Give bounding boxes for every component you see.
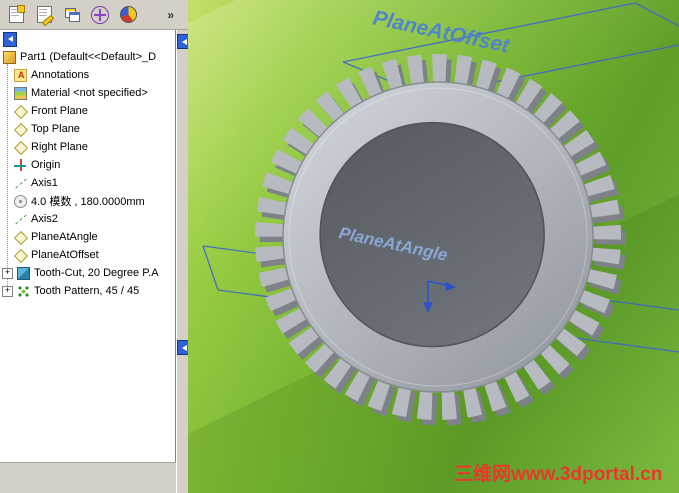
feature-tree: Part1 (Default<<Default>_D Annotations M… (0, 48, 175, 300)
tree-item-tooth-cut[interactable]: + Tooth-Cut, 20 Degree P.A (0, 264, 175, 282)
tree-item-right-plane[interactable]: Right Plane (0, 138, 175, 156)
origin-icon (14, 158, 27, 172)
tree-item-front-plane[interactable]: Front Plane (0, 102, 175, 120)
toolbar-overflow-chevron[interactable]: » (167, 8, 174, 22)
plane-icon (14, 123, 27, 136)
tree-item-label: 4.0 模数 , 180.0000mm (31, 196, 145, 208)
annotations-folder-icon (14, 68, 27, 82)
tree-item-label: Material <not specified> (31, 87, 148, 99)
tree-item-label: Top Plane (31, 123, 80, 135)
viewport-canvas: PlaneAtOffset PlaneAtAngle 三维网www.3dport… (202, 2, 679, 485)
tree-item-module-dimension[interactable]: 4.0 模数 , 180.0000mm (0, 192, 175, 210)
circular-pattern-icon (17, 284, 30, 298)
watermark: 三维网www.3dportal.cn (454, 462, 662, 485)
tile-windows-icon (64, 7, 80, 22)
axis-icon (14, 177, 27, 190)
panel-bottom-strip (0, 462, 176, 493)
part-icon (3, 50, 16, 64)
tree-item-label: Tooth Pattern, 45 / 45 (34, 285, 140, 297)
cut-extrude-icon (17, 266, 30, 280)
plane-icon (14, 141, 27, 154)
edit-document-button[interactable] (31, 2, 57, 28)
collapse-left-arrow-icon (181, 344, 187, 351)
feature-manager-panel: Part1 (Default<<Default>_D Annotations M… (0, 30, 176, 463)
collapse-left-arrow-icon (181, 38, 187, 45)
tree-item-label: PlaneAtOffset (31, 249, 99, 261)
pan-icon (91, 5, 109, 24)
panel-splitter[interactable] (176, 30, 191, 493)
plane-icon (14, 249, 27, 262)
tile-windows-button[interactable] (59, 2, 85, 28)
tree-item-label: Front Plane (31, 105, 88, 117)
pan-button[interactable] (87, 2, 113, 28)
tree-item-label: Origin (31, 159, 61, 171)
material-icon (14, 86, 27, 100)
axis-icon (14, 213, 27, 226)
tree-item-part[interactable]: Part1 (Default<<Default>_D (0, 48, 175, 66)
tree-item-axis2[interactable]: Axis2 (0, 210, 175, 228)
tree-item-label: Tooth-Cut, 20 Degree P.A (34, 267, 159, 279)
tree-item-plane-at-angle[interactable]: PlaneAtAngle (0, 228, 175, 246)
graphics-viewport[interactable]: PlaneAtOffset PlaneAtAngle 三维网www.3dport… (188, 0, 679, 493)
tree-item-annotations[interactable]: Annotations (0, 66, 175, 84)
tree-item-label: Axis2 (31, 213, 58, 225)
tree-item-origin[interactable]: Origin (0, 156, 175, 174)
document-button[interactable] (3, 2, 29, 28)
panel-header (0, 30, 175, 48)
app-window: » Part1 (Default<<Default>_D Annotations… (0, 0, 679, 493)
tree-item-label: Right Plane (31, 141, 88, 153)
plane-icon (14, 105, 27, 118)
pie-chart-button[interactable] (115, 2, 141, 28)
tree-item-label: Annotations (31, 69, 90, 81)
plane-at-offset-label: PlaneAtOffset (371, 6, 512, 57)
tree-item-material[interactable]: Material <not specified> (0, 84, 175, 102)
tree-item-label: Part1 (Default<<Default>_D (20, 51, 157, 63)
tree-item-plane-at-offset[interactable]: PlaneAtOffset (0, 246, 175, 264)
plane-icon (14, 231, 27, 244)
document-icon (8, 5, 25, 23)
collapse-left-arrow-icon (7, 36, 13, 42)
bevel-gear (255, 54, 626, 426)
pie-chart-icon (119, 6, 137, 23)
dimension-icon (14, 194, 27, 208)
edit-document-icon (36, 6, 52, 23)
panel-collapse-button[interactable] (3, 31, 17, 47)
expand-icon[interactable]: + (2, 267, 13, 279)
tree-item-top-plane[interactable]: Top Plane (0, 120, 175, 138)
tree-item-axis1[interactable]: Axis1 (0, 174, 175, 192)
expand-icon[interactable]: + (2, 285, 13, 297)
tree-item-label: Axis1 (31, 177, 58, 189)
toolbar: » (0, 0, 188, 30)
tree-item-label: PlaneAtAngle (31, 231, 98, 243)
tree-item-tooth-pattern[interactable]: + Tooth Pattern, 45 / 45 (0, 282, 175, 300)
